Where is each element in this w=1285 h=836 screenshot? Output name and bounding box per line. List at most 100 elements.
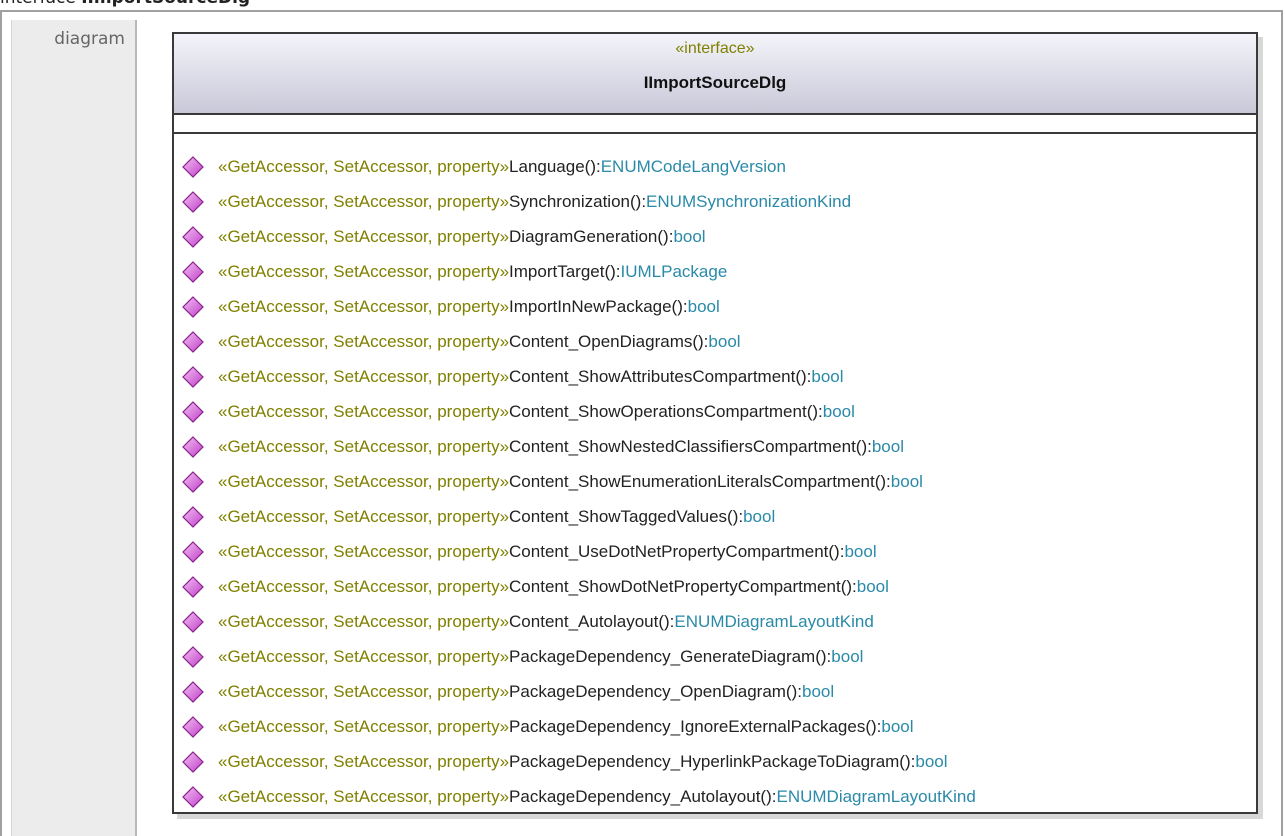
operation-name: ImportTarget(): <box>509 261 621 281</box>
operation-stereotype: «GetAccessor, SetAccessor, property» <box>218 751 510 771</box>
operation-row[interactable]: «GetAccessor, SetAccessor, property» Lan… <box>174 149 1256 184</box>
class-name: IImportSourceDlg <box>643 73 787 92</box>
operation-row[interactable]: «GetAccessor, SetAccessor, property» Pac… <box>174 779 1256 814</box>
operation-stereotype: «GetAccessor, SetAccessor, property» <box>218 226 510 246</box>
operation-row[interactable]: «GetAccessor, SetAccessor, property» Syn… <box>174 184 1256 219</box>
diagram-label: diagram <box>54 29 125 49</box>
operation-diamond-icon <box>182 715 204 738</box>
operation-row[interactable]: «GetAccessor, SetAccessor, property» Con… <box>174 464 1256 499</box>
operation-diamond-icon <box>182 295 204 318</box>
operation-diamond-icon <box>182 750 204 773</box>
operation-name: Content_ShowOperationsCompartment(): <box>509 401 823 421</box>
operation-name: Content_OpenDiagrams(): <box>509 331 709 351</box>
operation-row[interactable]: «GetAccessor, SetAccessor, property» Con… <box>174 604 1256 639</box>
operation-name: Content_Autolayout(): <box>509 611 675 631</box>
operation-return-type-link[interactable]: bool <box>891 472 923 492</box>
operation-stereotype: «GetAccessor, SetAccessor, property» <box>218 646 510 666</box>
operation-return-type-link[interactable]: bool <box>857 577 889 597</box>
operation-row[interactable]: «GetAccessor, SetAccessor, property» Dia… <box>174 219 1256 254</box>
page-title-prefix: interface <box>0 0 76 8</box>
operation-row[interactable]: «GetAccessor, SetAccessor, property» Con… <box>174 499 1256 534</box>
operation-return-type-link[interactable]: bool <box>673 227 705 247</box>
operation-return-type-link[interactable]: bool <box>802 682 834 702</box>
operation-name: Content_ShowNestedClassifiersCompartment… <box>509 436 872 456</box>
diagram-label-cell: diagram <box>11 20 137 836</box>
operation-name: DiagramGeneration(): <box>509 226 674 246</box>
operation-return-type-link[interactable]: bool <box>831 647 863 667</box>
operation-diamond-icon <box>182 575 204 598</box>
operation-row[interactable]: «GetAccessor, SetAccessor, property» Imp… <box>174 254 1256 289</box>
operation-return-type-link[interactable]: bool <box>881 717 913 737</box>
operation-diamond-icon <box>182 610 204 633</box>
operation-return-type-link[interactable]: ENUMSynchronizationKind <box>646 192 851 212</box>
operation-return-type-link[interactable]: bool <box>708 332 740 352</box>
operation-diamond-icon <box>182 680 204 703</box>
operation-diamond-icon <box>182 785 204 808</box>
uml-class-header: «interface» IImportSourceDlg <box>174 34 1256 115</box>
page-title-name: IImportSourceDlg <box>81 0 250 8</box>
operation-stereotype: «GetAccessor, SetAccessor, property» <box>218 716 510 736</box>
operation-return-type-link[interactable]: ENUMDiagramLayoutKind <box>674 612 873 632</box>
operation-name: PackageDependency_HyperlinkPackageToDiag… <box>509 751 916 771</box>
operation-stereotype: «GetAccessor, SetAccessor, property» <box>218 401 510 421</box>
operation-stereotype: «GetAccessor, SetAccessor, property» <box>218 611 510 631</box>
operation-stereotype: «GetAccessor, SetAccessor, property» <box>218 576 510 596</box>
operation-stereotype: «GetAccessor, SetAccessor, property» <box>218 331 510 351</box>
operation-name: PackageDependency_IgnoreExternalPackages… <box>509 716 882 736</box>
operation-name: Synchronization(): <box>509 191 647 211</box>
operation-row[interactable]: «GetAccessor, SetAccessor, property» Con… <box>174 359 1256 394</box>
operation-return-type-link[interactable]: bool <box>823 402 855 422</box>
operation-name: Content_ShowTaggedValues(): <box>509 506 744 526</box>
operation-diamond-icon <box>182 155 204 178</box>
operation-return-type-link[interactable]: bool <box>688 297 720 317</box>
operation-return-type-link[interactable]: bool <box>844 542 876 562</box>
page-title: interface IImportSourceDlg <box>0 0 250 8</box>
operations-compartment: «GetAccessor, SetAccessor, property» Lan… <box>174 134 1256 814</box>
operation-stereotype: «GetAccessor, SetAccessor, property» <box>218 366 510 386</box>
operation-return-type-link[interactable]: bool <box>811 367 843 387</box>
operation-return-type-link[interactable]: ENUMCodeLangVersion <box>601 157 786 177</box>
operation-stereotype: «GetAccessor, SetAccessor, property» <box>218 296 510 316</box>
operation-name: ImportInNewPackage(): <box>509 296 688 316</box>
operation-diamond-icon <box>182 365 204 388</box>
operation-name: Content_ShowEnumerationLiteralsCompartme… <box>509 471 891 491</box>
operation-row[interactable]: «GetAccessor, SetAccessor, property» Con… <box>174 569 1256 604</box>
operation-row[interactable]: «GetAccessor, SetAccessor, property» Con… <box>174 534 1256 569</box>
operation-row[interactable]: «GetAccessor, SetAccessor, property» Con… <box>174 429 1256 464</box>
operation-name: PackageDependency_OpenDiagram(): <box>509 681 802 701</box>
operation-diamond-icon <box>182 330 204 353</box>
operation-stereotype: «GetAccessor, SetAccessor, property» <box>218 786 510 806</box>
operation-name: Content_ShowAttributesCompartment(): <box>509 366 812 386</box>
class-stereotype: «interface» <box>675 40 755 57</box>
operation-return-type-link[interactable]: bool <box>743 507 775 527</box>
attributes-compartment <box>174 115 1256 134</box>
operation-row[interactable]: «GetAccessor, SetAccessor, property» Imp… <box>174 289 1256 324</box>
operation-name: Content_UseDotNetPropertyCompartment(): <box>509 541 845 561</box>
operation-stereotype: «GetAccessor, SetAccessor, property» <box>218 436 510 456</box>
operation-return-type-link[interactable]: bool <box>915 752 947 772</box>
operation-stereotype: «GetAccessor, SetAccessor, property» <box>218 471 510 491</box>
operation-return-type-link[interactable]: IUMLPackage <box>621 262 728 282</box>
operation-diamond-icon <box>182 225 204 248</box>
operation-name: PackageDependency_Autolayout(): <box>509 786 777 806</box>
operation-diamond-icon <box>182 645 204 668</box>
operation-row[interactable]: «GetAccessor, SetAccessor, property» Con… <box>174 324 1256 359</box>
operation-row[interactable]: «GetAccessor, SetAccessor, property» Pac… <box>174 674 1256 709</box>
operation-stereotype: «GetAccessor, SetAccessor, property» <box>218 541 510 561</box>
operation-row[interactable]: «GetAccessor, SetAccessor, property» Pac… <box>174 709 1256 744</box>
operation-stereotype: «GetAccessor, SetAccessor, property» <box>218 261 510 281</box>
operation-stereotype: «GetAccessor, SetAccessor, property» <box>218 506 510 526</box>
operation-diamond-icon <box>182 540 204 563</box>
uml-interface-box[interactable]: «interface» IImportSourceDlg «GetAccesso… <box>172 32 1258 814</box>
operation-name: Content_ShowDotNetPropertyCompartment(): <box>509 576 857 596</box>
operation-row[interactable]: «GetAccessor, SetAccessor, property» Pac… <box>174 639 1256 674</box>
operation-row[interactable]: «GetAccessor, SetAccessor, property» Con… <box>174 394 1256 429</box>
operation-return-type-link[interactable]: bool <box>872 437 904 457</box>
operation-stereotype: «GetAccessor, SetAccessor, property» <box>218 191 510 211</box>
operation-diamond-icon <box>182 470 204 493</box>
operation-diamond-icon <box>182 190 204 213</box>
operation-diamond-icon <box>182 505 204 528</box>
operation-return-type-link[interactable]: ENUMDiagramLayoutKind <box>776 787 975 807</box>
diagram-area: «interface» IImportSourceDlg «GetAccesso… <box>138 20 1280 836</box>
operation-row[interactable]: «GetAccessor, SetAccessor, property» Pac… <box>174 744 1256 779</box>
